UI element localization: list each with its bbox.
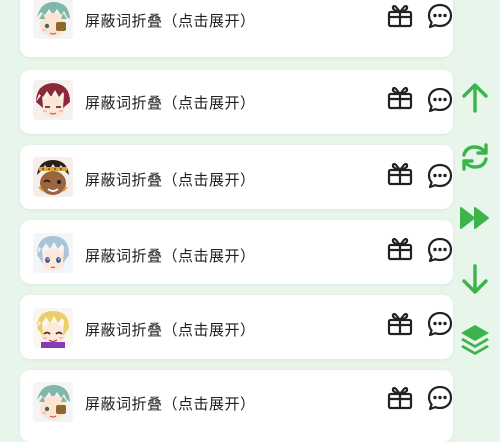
comment-bubble-icon[interactable] — [425, 235, 453, 265]
post-card[interactable]: 屏蔽词折叠（点击展开） — [20, 220, 453, 284]
floating-toolbar — [455, 80, 495, 360]
blonde-hair-avatar[interactable] — [33, 308, 73, 348]
post-card[interactable]: 屏蔽词折叠（点击展开） — [20, 370, 453, 442]
post-text: 屏蔽词折叠（点击展开） — [85, 321, 256, 339]
red-hair-avatar[interactable] — [33, 80, 73, 120]
post-text: 屏蔽词折叠（点击展开） — [85, 395, 256, 413]
post-text: 屏蔽词折叠（点击展开） — [85, 94, 256, 112]
post-text: 屏蔽词折叠（点击展开） — [85, 247, 256, 265]
gift-icon[interactable] — [385, 83, 415, 113]
arrow-down-icon[interactable] — [457, 261, 493, 297]
teal-hair-avatar[interactable] — [33, 382, 73, 422]
gift-icon[interactable] — [385, 234, 415, 264]
comment-bubble-icon[interactable] — [425, 383, 453, 413]
post-card[interactable]: 屏蔽词折叠（点击展开） — [20, 70, 453, 134]
post-card[interactable]: 屏蔽词折叠（点击展开） — [20, 0, 453, 57]
refresh-icon[interactable] — [457, 139, 493, 175]
post-card[interactable]: 屏蔽词折叠（点击展开） — [20, 295, 453, 359]
teal-hair-avatar[interactable] — [33, 0, 73, 39]
gift-icon[interactable] — [385, 309, 415, 339]
post-text: 屏蔽词折叠（点击展开） — [85, 171, 256, 189]
comment-bubble-icon[interactable] — [425, 1, 453, 31]
post-text: 屏蔽词折叠（点击展开） — [85, 12, 256, 30]
gift-icon[interactable] — [385, 159, 415, 189]
comment-bubble-icon[interactable] — [425, 85, 453, 115]
gift-icon[interactable] — [385, 1, 415, 31]
post-card[interactable]: 屏蔽词折叠（点击展开） — [20, 145, 453, 209]
gift-icon[interactable] — [385, 383, 415, 413]
dark-skin-avatar[interactable] — [33, 157, 73, 197]
post-list: 屏蔽词折叠（点击展开） 屏蔽词折叠（点击展开） 屏蔽词折叠（点击展开） 屏蔽词折… — [0, 0, 500, 442]
comment-bubble-icon[interactable] — [425, 309, 453, 339]
layers-icon[interactable] — [457, 322, 493, 358]
fast-forward-icon[interactable] — [457, 200, 493, 236]
arrow-up-icon[interactable] — [457, 80, 493, 116]
comment-bubble-icon[interactable] — [425, 161, 453, 191]
light-blue-hair-avatar[interactable] — [33, 233, 73, 273]
